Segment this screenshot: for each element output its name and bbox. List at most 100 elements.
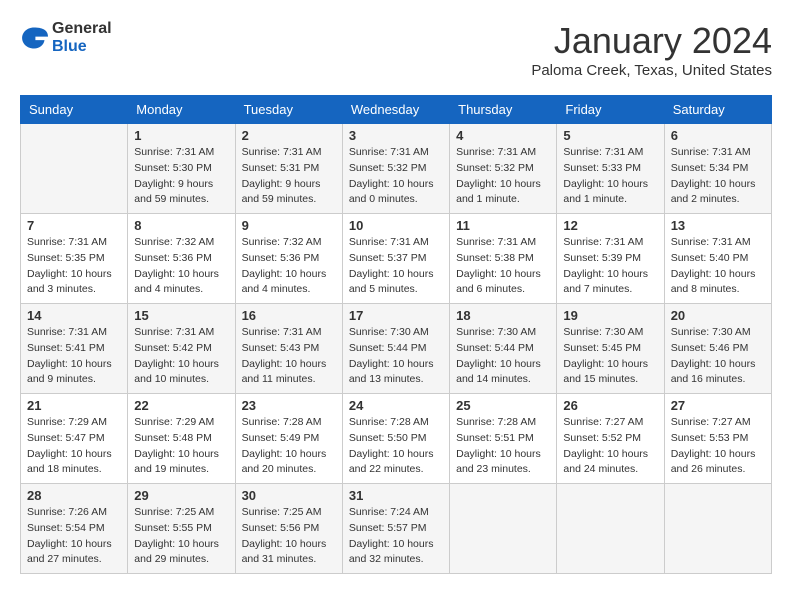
- day-number: 4: [456, 128, 550, 143]
- week-row-0: 1Sunrise: 7:31 AM Sunset: 5:30 PM Daylig…: [21, 124, 772, 214]
- day-info: Sunrise: 7:24 AM Sunset: 5:57 PM Dayligh…: [349, 505, 443, 568]
- week-row-1: 7 Sunrise: 7:31 AM Sunset: 5:35 PM Daylig…: [21, 214, 772, 304]
- day-info: Sunrise: 7:31 AM Sunset: 5:42 PM Dayligh…: [134, 325, 228, 388]
- day-info: Sunrise: 7:31 AM Sunset: 5:39 PM Dayligh…: [563, 235, 657, 298]
- calendar-cell: 9Sunrise: 7:32 AM Sunset: 5:36 PM Daylig…: [235, 214, 342, 304]
- day-number: 12: [563, 218, 657, 233]
- logo-icon: [20, 24, 48, 52]
- calendar-cell: 12 Sunrise: 7:31 AM Sunset: 5:39 PM Dayli…: [557, 214, 664, 304]
- calendar-cell: 7 Sunrise: 7:31 AM Sunset: 5:35 PM Daylig…: [21, 214, 128, 304]
- calendar-cell: 26Sunrise: 7:27 AM Sunset: 5:52 PM Dayli…: [557, 394, 664, 484]
- day-number: 26: [563, 398, 657, 413]
- day-number: 1: [134, 128, 228, 143]
- calendar-cell: 15 Sunrise: 7:31 AM Sunset: 5:42 PM Dayli…: [128, 304, 235, 394]
- calendar-cell: 24 Sunrise: 7:28 AM Sunset: 5:50 PM Dayli…: [342, 394, 449, 484]
- calendar-cell: 22Sunrise: 7:29 AM Sunset: 5:48 PM Dayli…: [128, 394, 235, 484]
- day-info: Sunrise: 7:31 AM Sunset: 5:41 PM Dayligh…: [27, 325, 121, 388]
- day-info: Sunrise: 7:29 AM Sunset: 5:48 PM Dayligh…: [134, 415, 228, 478]
- logo-general: General: [52, 20, 112, 38]
- day-number: 3: [349, 128, 443, 143]
- calendar-cell: 4 Sunrise: 7:31 AM Sunset: 5:32 PM Daylig…: [450, 124, 557, 214]
- day-info: Sunrise: 7:25 AM Sunset: 5:55 PM Dayligh…: [134, 505, 228, 568]
- day-header-wednesday: Wednesday: [342, 96, 449, 124]
- day-header-tuesday: Tuesday: [235, 96, 342, 124]
- day-info: Sunrise: 7:31 AM Sunset: 5:43 PM Dayligh…: [242, 325, 336, 388]
- month-title: January 2024: [531, 20, 772, 62]
- calendar-cell: 6Sunrise: 7:31 AM Sunset: 5:34 PM Daylig…: [664, 124, 771, 214]
- page-header: General Blue January 2024 Paloma Creek, …: [20, 20, 772, 79]
- day-info: Sunrise: 7:31 AM Sunset: 5:35 PM Dayligh…: [27, 235, 121, 298]
- week-row-2: 14Sunrise: 7:31 AM Sunset: 5:41 PM Dayli…: [21, 304, 772, 394]
- day-number: 19: [563, 308, 657, 323]
- day-info: Sunrise: 7:30 AM Sunset: 5:46 PM Dayligh…: [671, 325, 765, 388]
- logo-blue: Blue: [52, 38, 112, 56]
- day-number: 10: [349, 218, 443, 233]
- calendar-cell: 16 Sunrise: 7:31 AM Sunset: 5:43 PM Dayli…: [235, 304, 342, 394]
- day-number: 11: [456, 218, 550, 233]
- calendar-cell: 19 Sunrise: 7:30 AM Sunset: 5:45 PM Dayli…: [557, 304, 664, 394]
- calendar-cell: 8Sunrise: 7:32 AM Sunset: 5:36 PM Daylig…: [128, 214, 235, 304]
- day-number: 16: [242, 308, 336, 323]
- location: Paloma Creek, Texas, United States: [531, 62, 772, 79]
- day-info: Sunrise: 7:26 AM Sunset: 5:54 PM Dayligh…: [27, 505, 121, 568]
- day-number: 7: [27, 218, 121, 233]
- day-info: Sunrise: 7:30 AM Sunset: 5:44 PM Dayligh…: [456, 325, 550, 388]
- day-number: 28: [27, 488, 121, 503]
- day-info: Sunrise: 7:25 AM Sunset: 5:56 PM Dayligh…: [242, 505, 336, 568]
- day-number: 31: [349, 488, 443, 503]
- calendar-cell: [450, 484, 557, 574]
- calendar-cell: 14Sunrise: 7:31 AM Sunset: 5:41 PM Dayli…: [21, 304, 128, 394]
- day-header-monday: Monday: [128, 96, 235, 124]
- day-number: 24: [349, 398, 443, 413]
- calendar-body: 1Sunrise: 7:31 AM Sunset: 5:30 PM Daylig…: [21, 124, 772, 574]
- day-info: Sunrise: 7:30 AM Sunset: 5:44 PM Dayligh…: [349, 325, 443, 388]
- logo-text: General Blue: [52, 20, 112, 56]
- day-info: Sunrise: 7:30 AM Sunset: 5:45 PM Dayligh…: [563, 325, 657, 388]
- calendar-cell: 1Sunrise: 7:31 AM Sunset: 5:30 PM Daylig…: [128, 124, 235, 214]
- day-number: 5: [563, 128, 657, 143]
- calendar-cell: 5Sunrise: 7:31 AM Sunset: 5:33 PM Daylig…: [557, 124, 664, 214]
- day-info: Sunrise: 7:28 AM Sunset: 5:49 PM Dayligh…: [242, 415, 336, 478]
- day-header-sunday: Sunday: [21, 96, 128, 124]
- calendar-table: SundayMondayTuesdayWednesdayThursdayFrid…: [20, 95, 772, 574]
- week-row-3: 21Sunrise: 7:29 AM Sunset: 5:47 PM Dayli…: [21, 394, 772, 484]
- logo: General Blue: [20, 20, 112, 56]
- header-row: SundayMondayTuesdayWednesdayThursdayFrid…: [21, 96, 772, 124]
- day-number: 30: [242, 488, 336, 503]
- calendar-cell: 21Sunrise: 7:29 AM Sunset: 5:47 PM Dayli…: [21, 394, 128, 484]
- day-number: 15: [134, 308, 228, 323]
- day-info: Sunrise: 7:31 AM Sunset: 5:38 PM Dayligh…: [456, 235, 550, 298]
- day-number: 29: [134, 488, 228, 503]
- calendar-cell: [664, 484, 771, 574]
- day-info: Sunrise: 7:32 AM Sunset: 5:36 PM Dayligh…: [242, 235, 336, 298]
- day-number: 17: [349, 308, 443, 323]
- calendar-cell: 13 Sunrise: 7:31 AM Sunset: 5:40 PM Dayli…: [664, 214, 771, 304]
- calendar-cell: 27Sunrise: 7:27 AM Sunset: 5:53 PM Dayli…: [664, 394, 771, 484]
- day-number: 18: [456, 308, 550, 323]
- calendar-cell: 17 Sunrise: 7:30 AM Sunset: 5:44 PM Dayli…: [342, 304, 449, 394]
- calendar-cell: 2Sunrise: 7:31 AM Sunset: 5:31 PM Daylig…: [235, 124, 342, 214]
- calendar-cell: 18 Sunrise: 7:30 AM Sunset: 5:44 PM Dayli…: [450, 304, 557, 394]
- day-number: 6: [671, 128, 765, 143]
- day-info: Sunrise: 7:31 AM Sunset: 5:31 PM Dayligh…: [242, 145, 336, 208]
- day-number: 13: [671, 218, 765, 233]
- day-info: Sunrise: 7:31 AM Sunset: 5:40 PM Dayligh…: [671, 235, 765, 298]
- calendar-cell: 28 Sunrise: 7:26 AM Sunset: 5:54 PM Dayli…: [21, 484, 128, 574]
- day-info: Sunrise: 7:28 AM Sunset: 5:50 PM Dayligh…: [349, 415, 443, 478]
- calendar-cell: 29 Sunrise: 7:25 AM Sunset: 5:55 PM Dayli…: [128, 484, 235, 574]
- calendar-cell: 31 Sunrise: 7:24 AM Sunset: 5:57 PM Dayli…: [342, 484, 449, 574]
- day-info: Sunrise: 7:29 AM Sunset: 5:47 PM Dayligh…: [27, 415, 121, 478]
- calendar-cell: 25Sunrise: 7:28 AM Sunset: 5:51 PM Dayli…: [450, 394, 557, 484]
- day-info: Sunrise: 7:31 AM Sunset: 5:32 PM Dayligh…: [456, 145, 550, 208]
- day-info: Sunrise: 7:31 AM Sunset: 5:32 PM Dayligh…: [349, 145, 443, 208]
- day-header-saturday: Saturday: [664, 96, 771, 124]
- day-number: 20: [671, 308, 765, 323]
- calendar-cell: 20 Sunrise: 7:30 AM Sunset: 5:46 PM Dayli…: [664, 304, 771, 394]
- day-info: Sunrise: 7:31 AM Sunset: 5:37 PM Dayligh…: [349, 235, 443, 298]
- day-number: 25: [456, 398, 550, 413]
- calendar-cell: [557, 484, 664, 574]
- day-number: 23: [242, 398, 336, 413]
- calendar-cell: 3 Sunrise: 7:31 AM Sunset: 5:32 PM Daylig…: [342, 124, 449, 214]
- calendar-cell: 11 Sunrise: 7:31 AM Sunset: 5:38 PM Dayli…: [450, 214, 557, 304]
- calendar-cell: 10 Sunrise: 7:31 AM Sunset: 5:37 PM Dayli…: [342, 214, 449, 304]
